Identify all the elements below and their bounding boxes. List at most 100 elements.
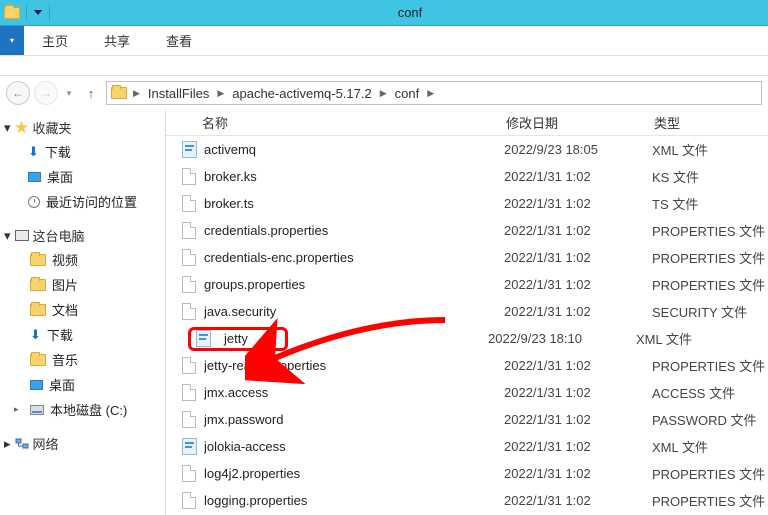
sidebar-item[interactable]: 文档 — [0, 297, 165, 322]
file-tab[interactable]: ▾ — [0, 26, 24, 55]
explorer-body: ▾ 收藏夹 ⬇ 下载 桌面 最近访问的位置 ▾ 这台电脑 视频 图片 — [0, 110, 768, 515]
nav-back-button[interactable]: ← — [6, 81, 30, 105]
breadcrumb-item[interactable]: apache-activemq-5.17.2 — [230, 86, 373, 101]
address-bar[interactable]: ▶ InstallFiles ▶ apache-activemq-5.17.2 … — [106, 81, 762, 105]
ribbon-tab-share[interactable]: 共享 — [86, 26, 148, 55]
file-row[interactable]: credentials.properties 2022/1/31 1:02 PR… — [166, 217, 768, 244]
sidebar-item-label: 下载 — [45, 142, 71, 161]
file-date: 2022/1/31 1:02 — [504, 196, 652, 211]
file-name: broker.ts — [204, 196, 504, 211]
chevron-right-icon[interactable]: ▶ — [213, 88, 228, 99]
breadcrumb-item[interactable]: InstallFiles — [146, 86, 211, 101]
sidebar-item[interactable]: 桌面 — [0, 164, 165, 189]
file-row[interactable]: logging.properties 2022/1/31 1:02 PROPER… — [166, 487, 768, 514]
file-type: KS 文件 — [652, 167, 768, 186]
ribbon: ▾ 主页 共享 查看 — [0, 26, 768, 56]
file-date: 2022/1/31 1:02 — [504, 277, 652, 292]
window-title: conf — [56, 5, 764, 20]
file-row[interactable]: broker.ks 2022/1/31 1:02 KS 文件 — [166, 163, 768, 190]
file-name: jmx.password — [204, 412, 504, 427]
file-row[interactable]: jolokia-access 2022/1/31 1:02 XML 文件 — [166, 433, 768, 460]
sidebar-group-network[interactable]: ▸ 网络 — [0, 432, 165, 455]
file-type: XML 文件 — [652, 140, 768, 159]
file-date: 2022/1/31 1:02 — [504, 493, 652, 508]
file-row[interactable]: broker.ts 2022/1/31 1:02 TS 文件 — [166, 190, 768, 217]
file-type: XML 文件 — [636, 329, 768, 348]
file-date: 2022/9/23 18:05 — [504, 142, 652, 157]
file-icon — [182, 492, 196, 509]
chevron-down-icon: ▾ — [4, 228, 11, 244]
file-icon — [182, 168, 196, 185]
file-row[interactable]: log4j2.properties 2022/1/31 1:02 PROPERT… — [166, 460, 768, 487]
file-icon — [182, 249, 196, 266]
file-row[interactable]: jmx.password 2022/1/31 1:02 PASSWORD 文件 — [166, 406, 768, 433]
sidebar-item[interactable]: 图片 — [0, 272, 165, 297]
file-row[interactable]: activemq 2022/9/23 18:05 XML 文件 — [166, 136, 768, 163]
file-type: TS 文件 — [652, 194, 768, 213]
sidebar-item[interactable]: 音乐 — [0, 347, 165, 372]
star-icon — [15, 121, 29, 135]
arrow-right-icon: → — [40, 86, 52, 100]
chevron-right-icon[interactable]: ▶ — [129, 88, 144, 99]
file-date: 2022/1/31 1:02 — [504, 223, 652, 238]
file-icon — [182, 222, 196, 239]
file-list: activemq 2022/9/23 18:05 XML 文件 broker.k… — [166, 136, 768, 515]
music-folder-icon — [30, 354, 46, 366]
file-row[interactable]: jmx.access 2022/1/31 1:02 ACCESS 文件 — [166, 379, 768, 406]
breadcrumb-item[interactable]: conf — [393, 86, 422, 101]
hdd-icon — [30, 405, 44, 415]
file-icon — [182, 303, 196, 320]
desktop-icon — [30, 380, 43, 390]
sidebar-item[interactable]: ▸ 本地磁盘 (C:) — [0, 397, 165, 422]
sidebar-item-label: 音乐 — [52, 350, 78, 369]
file-row[interactable]: jetty 2022/9/23 18:10 XML 文件 — [166, 325, 768, 352]
file-name: credentials-enc.properties — [204, 250, 504, 265]
ribbon-tab-view[interactable]: 查看 — [148, 26, 210, 55]
column-header-name[interactable]: 名称 — [166, 113, 506, 132]
sidebar-item[interactable]: 桌面 — [0, 372, 165, 397]
file-name: jetty — [224, 331, 248, 346]
column-header-type[interactable]: 类型 — [654, 113, 768, 132]
qat-dropdown-icon[interactable] — [33, 8, 43, 18]
file-row[interactable]: groups.properties 2022/1/31 1:02 PROPERT… — [166, 271, 768, 298]
nav-history-dropdown[interactable]: ▾ — [62, 88, 76, 99]
file-date: 2022/1/31 1:02 — [504, 358, 652, 373]
chevron-right-icon[interactable]: ▶ — [376, 88, 391, 99]
sidebar-item[interactable]: ⬇ 下载 — [0, 139, 165, 164]
download-icon: ⬇ — [30, 327, 41, 343]
file-type: PASSWORD 文件 — [652, 410, 768, 429]
sidebar-item[interactable]: 视频 — [0, 247, 165, 272]
ribbon-tab-home[interactable]: 主页 — [24, 26, 86, 55]
documents-folder-icon — [30, 304, 46, 316]
nav-up-button[interactable]: ↑ — [80, 82, 102, 104]
sidebar-item-label: 下载 — [47, 325, 73, 344]
sidebar-label: 这台电脑 — [33, 226, 85, 245]
file-type: ACCESS 文件 — [652, 383, 768, 402]
sidebar: ▾ 收藏夹 ⬇ 下载 桌面 最近访问的位置 ▾ 这台电脑 视频 图片 — [0, 110, 166, 515]
column-header-date[interactable]: 修改日期 — [506, 113, 654, 132]
sidebar-item[interactable]: 最近访问的位置 — [0, 189, 165, 214]
file-type: PROPERTIES 文件 — [652, 221, 768, 240]
chevron-right-icon: ▸ — [14, 404, 24, 415]
file-name: jmx.access — [204, 385, 504, 400]
download-icon: ⬇ — [28, 144, 39, 160]
file-row[interactable]: jetty-realm.properties 2022/1/31 1:02 PR… — [166, 352, 768, 379]
file-date: 2022/9/23 18:10 — [488, 331, 636, 346]
file-name: groups.properties — [204, 277, 504, 292]
chevron-right-icon[interactable]: ▶ — [423, 88, 438, 99]
sidebar-group-thispc[interactable]: ▾ 这台电脑 — [0, 224, 165, 247]
window-folder-icon — [4, 7, 20, 19]
sidebar-group-favorites[interactable]: ▾ 收藏夹 — [0, 116, 165, 139]
file-row[interactable]: credentials-enc.properties 2022/1/31 1:0… — [166, 244, 768, 271]
file-name: jetty-realm.properties — [204, 358, 504, 373]
file-row[interactable]: java.security 2022/1/31 1:02 SECURITY 文件 — [166, 298, 768, 325]
sidebar-item-label: 桌面 — [49, 375, 75, 394]
nav-forward-button[interactable]: → — [34, 81, 58, 105]
file-icon — [182, 411, 196, 428]
sidebar-item-label: 本地磁盘 (C:) — [50, 400, 127, 419]
sidebar-item[interactable]: ⬇ 下载 — [0, 322, 165, 347]
file-pane: 名称 修改日期 类型 activemq 2022/9/23 18:05 XML … — [166, 110, 768, 515]
file-icon — [182, 357, 196, 374]
chevron-right-icon: ▸ — [4, 436, 11, 452]
xml-file-icon — [196, 330, 211, 347]
